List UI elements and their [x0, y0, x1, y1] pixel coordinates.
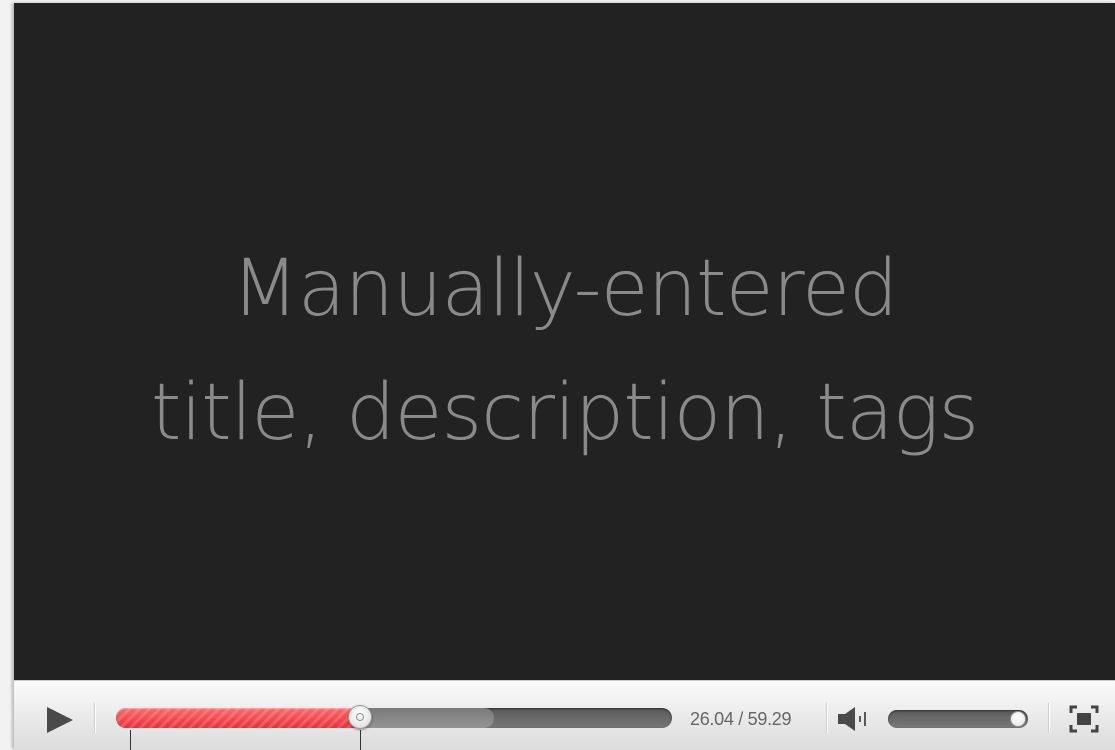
progress-bar[interactable] [116, 705, 672, 729]
play-button[interactable] [40, 703, 80, 737]
video-player: Manually-entered title, description, tag… [14, 3, 1115, 750]
play-icon [40, 703, 80, 737]
divider [94, 703, 95, 733]
control-bar: 26.04 / 59.29 [14, 680, 1115, 750]
mute-button[interactable] [837, 705, 877, 733]
timeline-marker-current [360, 730, 361, 750]
fullscreen-button[interactable] [1067, 703, 1101, 735]
progress-played [116, 708, 370, 728]
volume-slider[interactable] [888, 710, 1028, 728]
speaker-icon [837, 705, 877, 733]
timeline-marker-start [130, 730, 131, 750]
seek-handle[interactable] [348, 705, 372, 729]
video-overlay-title: Manually-entered title, description, tag… [150, 244, 979, 458]
volume-handle[interactable] [1010, 711, 1026, 727]
time-display: 26.04 / 59.29 [690, 709, 792, 729]
fullscreen-icon [1067, 703, 1101, 735]
divider [1048, 703, 1049, 733]
video-area[interactable]: Manually-entered title, description, tag… [14, 3, 1115, 680]
divider [826, 703, 827, 733]
